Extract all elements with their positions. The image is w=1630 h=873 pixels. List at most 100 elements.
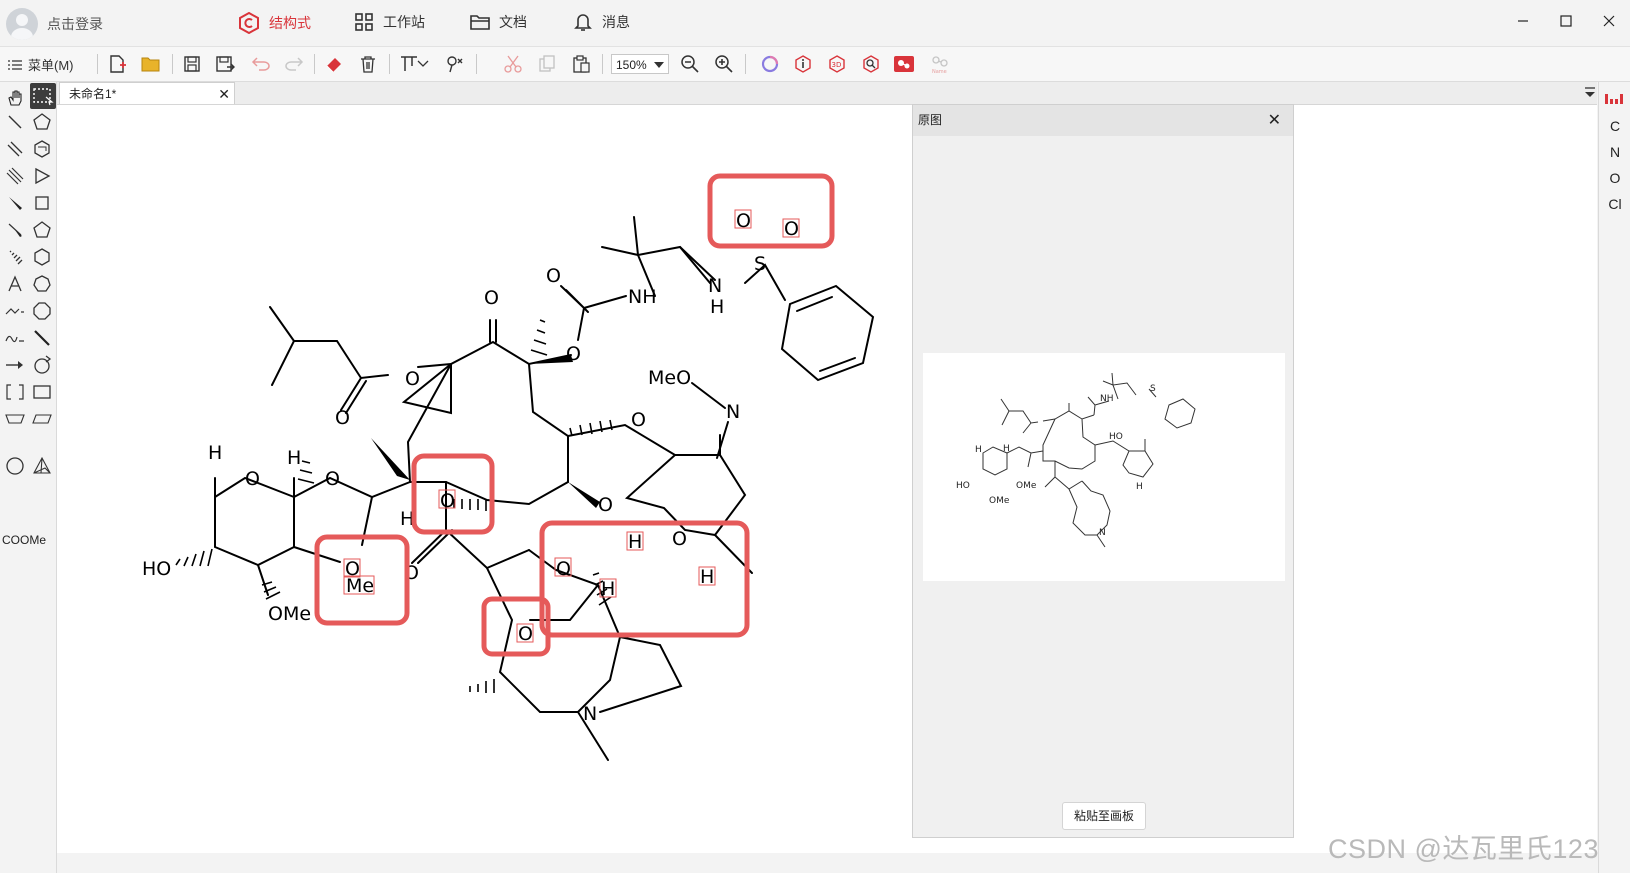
login-button[interactable]: 点击登录 — [6, 8, 103, 40]
color-ring-button[interactable] — [759, 53, 781, 75]
arrow-tool[interactable] — [3, 353, 27, 377]
eraser-button[interactable] — [323, 53, 345, 75]
octagon-icon — [33, 302, 51, 320]
circle-tool[interactable] — [3, 454, 27, 478]
atom-label[interactable]: H — [208, 442, 222, 464]
atom-label[interactable]: S — [754, 253, 766, 275]
close-window-button[interactable] — [1589, 6, 1629, 36]
redo-button[interactable] — [283, 53, 305, 75]
text-tool[interactable] — [3, 272, 27, 296]
3d-view-button[interactable]: 3D — [826, 53, 848, 75]
periodic-table-icon[interactable] — [1604, 92, 1626, 106]
select-tool[interactable] — [30, 83, 56, 109]
undo-button[interactable] — [250, 53, 272, 75]
atom-label[interactable]: O — [631, 409, 646, 431]
bold-bond-tool[interactable] — [30, 326, 54, 350]
atom-label[interactable]: N — [708, 275, 722, 297]
triangle-tool[interactable] — [30, 164, 54, 188]
octagon-tool[interactable] — [30, 299, 54, 323]
menu-button[interactable]: 菜单(M) — [8, 55, 74, 74]
atom-label[interactable]: O — [736, 210, 751, 232]
bracket-tool[interactable] — [3, 380, 27, 404]
chain-tool[interactable] — [3, 299, 27, 323]
bold-wedge-tool[interactable] — [3, 218, 27, 242]
atom-label[interactable]: O — [335, 407, 350, 429]
pentagon-chain-tool[interactable] — [30, 110, 54, 134]
single-bond-tool[interactable] — [3, 110, 27, 134]
atom-label[interactable]: OMe — [268, 603, 311, 625]
nav-messages[interactable]: 消息 — [573, 12, 630, 32]
align-dropdown[interactable] — [416, 53, 430, 75]
molecule-structure[interactable]: O O O O O NH N H S MeO N O O O O O H H H… — [57, 105, 927, 853]
atom-label[interactable]: MeO — [648, 367, 691, 389]
cyclohexane-chair-tool[interactable] — [30, 137, 54, 161]
heptagon-tool[interactable] — [30, 272, 54, 296]
search-structure-button[interactable] — [860, 53, 882, 75]
zoom-select[interactable]: 150% — [611, 54, 669, 74]
atom-label[interactable]: H — [287, 447, 301, 469]
nav-documents[interactable]: 文档 — [470, 12, 527, 32]
wavy-bond-tool[interactable] — [3, 326, 27, 350]
hash-bond-tool[interactable] — [3, 245, 27, 269]
triple-bond-tool[interactable] — [3, 164, 27, 188]
paste-button[interactable] — [570, 53, 592, 75]
paste-to-canvas-button[interactable]: 粘贴至画板 — [1062, 802, 1146, 830]
square-tool[interactable] — [30, 191, 54, 215]
hash-bond-icon — [9, 250, 23, 265]
atom-label[interactable]: NH — [628, 286, 657, 308]
atom-label[interactable]: O — [566, 343, 581, 365]
close-panel-icon[interactable]: ✕ — [1268, 105, 1281, 136]
minimize-button[interactable] — [1503, 6, 1543, 36]
double-bond-tool[interactable] — [3, 137, 27, 161]
hexagon-tool[interactable] — [30, 245, 54, 269]
nav-structure[interactable]: 结构式 — [238, 12, 311, 34]
element-oxygen[interactable]: O — [1599, 170, 1630, 186]
pentagon-tool[interactable] — [30, 218, 54, 242]
zoom-out-button[interactable] — [679, 53, 701, 75]
atom-label[interactable]: O — [245, 468, 260, 490]
element-nitrogen[interactable]: N — [1599, 144, 1630, 160]
drawing-canvas[interactable]: O O O O O NH N H S MeO N O O O O O H H H… — [57, 105, 1597, 853]
name-to-structure-button[interactable]: Name — [927, 53, 957, 75]
tab-menu-icon[interactable] — [1583, 86, 1597, 100]
atom-label[interactable]: HO — [142, 558, 171, 580]
cut-button[interactable] — [502, 53, 524, 75]
element-carbon[interactable]: C — [1599, 118, 1630, 134]
atom-label[interactable]: O — [546, 265, 561, 287]
orbital-tool[interactable] — [30, 454, 54, 478]
atom-label[interactable]: N — [583, 703, 597, 725]
atom-label[interactable]: N — [726, 401, 740, 423]
atom-label[interactable]: O — [325, 468, 340, 490]
coome-tool[interactable]: COOMe — [2, 533, 46, 547]
flip-button[interactable] — [444, 53, 466, 75]
atom-label[interactable]: O — [440, 490, 455, 512]
template-tool[interactable] — [3, 407, 27, 431]
wedge-bond-tool[interactable] — [3, 191, 27, 215]
copy-button[interactable] — [536, 53, 558, 75]
pyramid-icon — [33, 456, 51, 474]
maximize-button[interactable] — [1546, 6, 1586, 36]
image-recognize-button[interactable] — [893, 53, 915, 75]
template-tool-2[interactable] — [30, 407, 54, 431]
atom-label[interactable]: O — [672, 528, 687, 550]
rectangle-icon — [33, 385, 51, 399]
rectangle-tool[interactable] — [30, 380, 54, 404]
atom-label[interactable]: O — [484, 287, 499, 309]
delete-button[interactable] — [357, 53, 379, 75]
atom-label[interactable]: O — [556, 558, 571, 580]
save-button[interactable] — [181, 53, 203, 75]
atom-label[interactable]: O — [405, 368, 420, 390]
tab-untitled-1[interactable]: 未命名1* ✕ — [59, 82, 235, 104]
open-file-button[interactable] — [140, 53, 162, 75]
atom-label[interactable]: O — [598, 494, 613, 516]
close-tab-icon[interactable]: ✕ — [218, 83, 230, 105]
hand-tool[interactable] — [3, 86, 27, 110]
rotate-tool[interactable] — [30, 353, 54, 377]
info-button[interactable] — [792, 53, 814, 75]
zoom-in-button[interactable] — [713, 53, 735, 75]
element-chlorine[interactable]: Cl — [1599, 196, 1630, 212]
atom-label[interactable]: H — [710, 296, 724, 318]
new-file-button[interactable] — [106, 53, 128, 75]
save-as-button[interactable] — [214, 53, 236, 75]
nav-workstation[interactable]: 工作站 — [354, 12, 425, 32]
